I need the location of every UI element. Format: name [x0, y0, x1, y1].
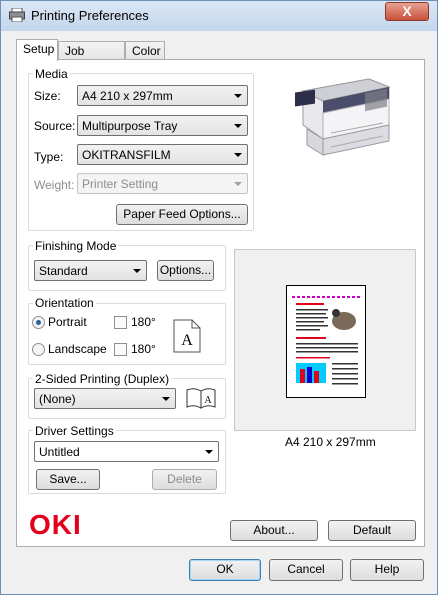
type-dropdown[interactable]: OKITRANSFILM [77, 144, 248, 165]
portrait-page-icon: A [173, 319, 201, 353]
default-button[interactable]: Default [328, 520, 416, 541]
chevron-down-icon [205, 450, 213, 454]
finishing-mode-dropdown[interactable]: Standard [34, 260, 147, 281]
chevron-down-icon [234, 94, 242, 98]
preview-caption: A4 210 x 297mm [285, 435, 376, 449]
orientation-title: Orientation [33, 296, 96, 310]
ok-button[interactable]: OK [189, 559, 261, 581]
printing-preferences-window: Printing Preferences X Setup Job Options… [0, 0, 438, 595]
page-preview-thumbnail [286, 285, 366, 398]
landscape-rotate-label: 180° [131, 342, 156, 356]
chevron-down-icon [234, 153, 242, 157]
weight-label: Weight: [34, 178, 75, 192]
driver-settings-value: Untitled [39, 445, 80, 459]
delete-settings-button: Delete [152, 469, 217, 490]
driver-settings-title: Driver Settings [33, 424, 116, 438]
source-label: Source: [34, 119, 76, 133]
chevron-down-icon [162, 397, 170, 401]
type-label: Type: [34, 150, 64, 164]
chevron-down-icon [234, 182, 242, 186]
cancel-button[interactable]: Cancel [269, 559, 343, 581]
duplex-value: (None) [39, 392, 76, 406]
save-settings-button[interactable]: Save... [36, 469, 100, 490]
portrait-rotate-label: 180° [131, 315, 156, 329]
size-dropdown[interactable]: A4 210 x 297mm [77, 85, 248, 106]
landscape-label: Landscape [48, 342, 107, 356]
window-title: Printing Preferences [31, 8, 149, 23]
landscape-radio[interactable] [32, 343, 45, 356]
orientation-icon-letter: A [181, 332, 193, 349]
paper-feed-options-button[interactable]: Paper Feed Options... [116, 204, 248, 225]
chevron-down-icon [234, 124, 242, 128]
type-value: OKITRANSFILM [82, 148, 171, 162]
duplex-title: 2-Sided Printing (Duplex) [33, 372, 172, 386]
chevron-down-icon [133, 269, 141, 273]
tab-color[interactable]: Color [125, 41, 165, 60]
size-label: Size: [34, 89, 61, 103]
size-value: A4 210 x 297mm [82, 89, 173, 103]
title-bar: Printing Preferences X [1, 1, 437, 31]
duplex-icon-letter: A [204, 395, 212, 406]
duplex-book-icon: A [186, 388, 216, 409]
help-button[interactable]: Help [350, 559, 424, 581]
tab-setup[interactable]: Setup [16, 39, 58, 61]
duplex-dropdown[interactable]: (None) [34, 388, 176, 409]
landscape-rotate-checkbox[interactable] [114, 343, 127, 356]
media-group-title: Media [33, 67, 70, 81]
portrait-label: Portrait [48, 315, 87, 329]
printer-image [295, 78, 391, 156]
weight-dropdown: Printer Setting [77, 173, 248, 194]
portrait-radio[interactable] [32, 316, 45, 329]
source-value: Multipurpose Tray [82, 119, 178, 133]
finishing-mode-value: Standard [39, 264, 88, 278]
printer-icon [9, 8, 25, 22]
portrait-rotate-checkbox[interactable] [114, 316, 127, 329]
page-preview [234, 249, 416, 431]
finishing-mode-title: Finishing Mode [33, 239, 119, 253]
source-dropdown[interactable]: Multipurpose Tray [77, 115, 248, 136]
oki-logo: OKI [29, 509, 82, 540]
finishing-options-button[interactable]: Options... [157, 260, 214, 281]
weight-value: Printer Setting [82, 177, 159, 191]
close-button[interactable]: X [385, 2, 429, 21]
about-button[interactable]: About... [230, 520, 318, 541]
tab-job-options[interactable]: Job Options [58, 41, 125, 72]
driver-settings-dropdown[interactable]: Untitled [34, 441, 219, 462]
